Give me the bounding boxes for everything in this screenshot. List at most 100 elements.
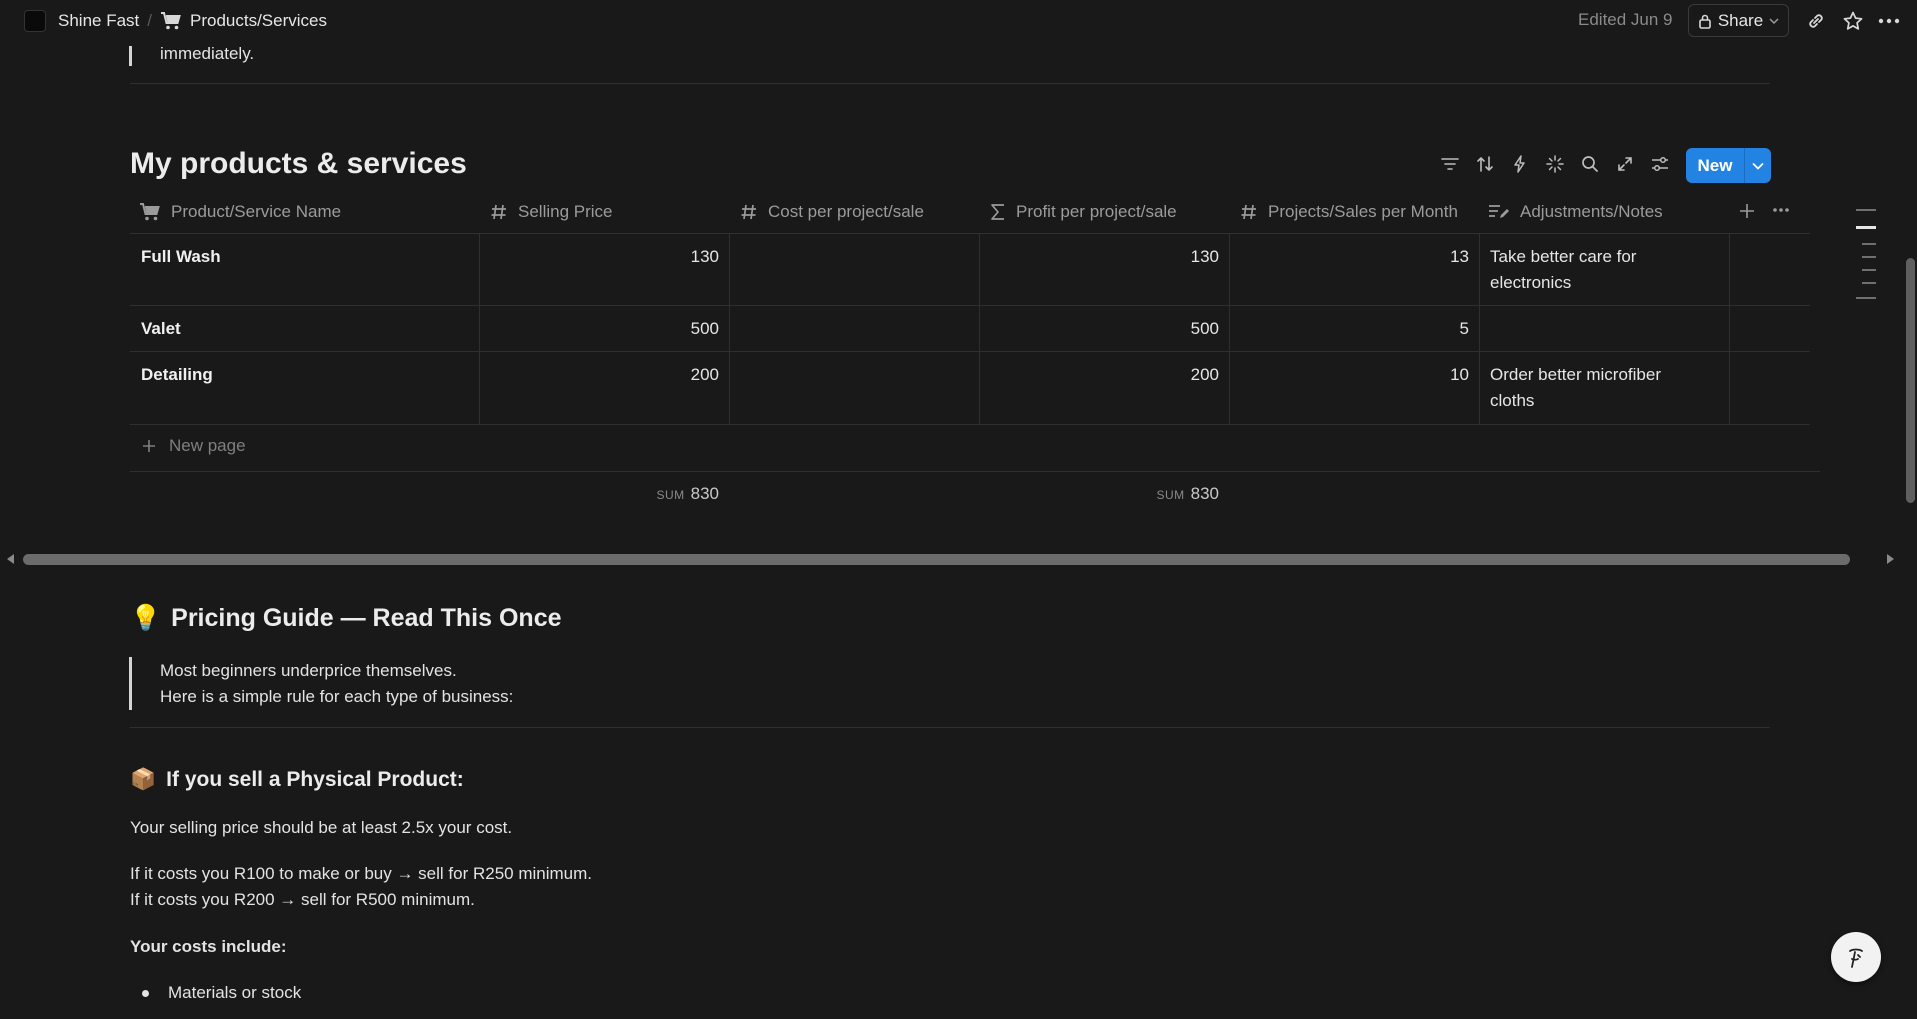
quote-line: Most beginners underprice themselves.: [160, 661, 457, 680]
column-label: Selling Price: [518, 202, 613, 221]
row-name[interactable]: Full Wash: [141, 244, 221, 270]
link-icon[interactable]: [1804, 9, 1828, 33]
plus-icon: [141, 438, 157, 454]
cell-profit[interactable]: 500: [980, 316, 1219, 342]
breadcrumb-separator: /: [147, 11, 152, 30]
edited-timestamp: Edited Jun 9: [1578, 10, 1673, 29]
column-border: [729, 233, 730, 424]
cart-icon: [139, 202, 161, 222]
workspace-logo-icon[interactable]: [24, 10, 46, 32]
cell-selling-price[interactable]: 500: [480, 316, 719, 342]
row-name[interactable]: Detailing: [141, 362, 213, 388]
column-header-profit[interactable]: Profit per project/sale: [990, 197, 1177, 227]
toc-line[interactable]: [1856, 297, 1876, 299]
new-page-label: New page: [169, 436, 246, 455]
list-item-text: Materials or stock: [168, 983, 302, 1002]
column-header-name[interactable]: Product/Service Name: [139, 197, 341, 227]
column-border: [1479, 233, 1480, 424]
column-header-per-month[interactable]: Projects/Sales per Month: [1240, 197, 1458, 227]
number-icon: [1240, 203, 1258, 221]
search-icon[interactable]: [1578, 152, 1602, 176]
pricing-guide-heading: 💡 Pricing Guide — Read This Once: [130, 604, 562, 633]
cell-per-month[interactable]: 10: [1230, 362, 1469, 388]
star-icon[interactable]: [1841, 9, 1865, 33]
column-label: Adjustments/Notes: [1520, 202, 1663, 221]
edit-text-icon: [1488, 203, 1510, 221]
sum-value: 830: [690, 484, 719, 503]
lightning-icon[interactable]: [1508, 152, 1532, 176]
vertical-scrollbar-thumb[interactable]: [1906, 258, 1915, 503]
ai-face-icon: [1842, 943, 1870, 971]
notes-line: Take better care for: [1490, 247, 1637, 266]
cell-per-month[interactable]: 13: [1230, 244, 1469, 270]
package-icon: 📦: [130, 768, 157, 791]
column-header-notes[interactable]: Adjustments/Notes: [1488, 197, 1663, 227]
chevron-down-icon[interactable]: [1745, 148, 1771, 183]
top-bar: Shine Fast / Products/Services Edited Ju…: [0, 0, 1917, 42]
column-label: Cost per project/sale: [768, 202, 924, 221]
divider: [130, 83, 1770, 84]
new-button-label[interactable]: New: [1686, 148, 1745, 183]
cell-profit[interactable]: 200: [980, 362, 1219, 388]
quote-bar: [129, 46, 132, 66]
example-line: If it costs you R100 to make or buy → se…: [130, 864, 593, 883]
row-border: [130, 351, 1810, 352]
divider: [130, 727, 1770, 728]
scroll-right-icon[interactable]: [1886, 553, 1896, 565]
cell-profit[interactable]: 130: [980, 244, 1219, 270]
horizontal-scrollbar-thumb[interactable]: [23, 554, 1850, 565]
cell-per-month[interactable]: 5: [1230, 316, 1469, 342]
filter-icon[interactable]: [1438, 152, 1462, 176]
row-name[interactable]: Valet: [141, 316, 181, 342]
settings-sliders-icon[interactable]: [1648, 152, 1672, 176]
notes-line: Order better microfiber: [1490, 365, 1661, 384]
sum-value: 830: [1190, 484, 1219, 503]
share-button[interactable]: Share: [1688, 4, 1789, 37]
ai-sparkle-icon[interactable]: [1543, 152, 1567, 176]
cart-icon: [160, 11, 182, 31]
toc-line-active[interactable]: [1856, 226, 1876, 229]
row-border: [130, 471, 1820, 472]
heading-text: Pricing Guide — Read This Once: [171, 604, 562, 632]
column-header-selling-price[interactable]: Selling Price: [490, 197, 613, 227]
breadcrumb-page[interactable]: Products/Services: [190, 11, 327, 31]
sum-profit[interactable]: SUM 830: [980, 484, 1219, 504]
toc-line[interactable]: [1856, 209, 1876, 211]
physical-rule-text: Your selling price should be at least 2.…: [130, 818, 513, 837]
list-item: Materials or stock: [130, 980, 301, 1006]
row-border: [130, 305, 1810, 306]
sum-label: SUM: [1156, 488, 1185, 502]
lock-icon: [1698, 13, 1712, 29]
cell-selling-price[interactable]: 200: [480, 362, 719, 388]
sum-selling-price[interactable]: SUM 830: [480, 484, 719, 504]
lightbulb-icon: 💡: [130, 604, 162, 632]
toc-line[interactable]: [1862, 282, 1876, 284]
toc-line[interactable]: [1862, 256, 1876, 258]
more-icon[interactable]: [1772, 207, 1790, 213]
column-border: [1729, 233, 1730, 424]
number-icon: [740, 203, 758, 221]
column-label: Profit per project/sale: [1016, 202, 1177, 221]
cell-notes[interactable]: Order better microfiber cloths: [1490, 362, 1725, 414]
sort-icon[interactable]: [1473, 152, 1497, 176]
pricing-guide-quote: Most beginners underprice themselves. He…: [160, 658, 513, 710]
new-page-button[interactable]: New page: [141, 436, 246, 456]
database-title[interactable]: My products & services: [130, 147, 467, 181]
add-property-icon[interactable]: [1737, 201, 1757, 221]
column-label: Product/Service Name: [171, 202, 342, 221]
new-button[interactable]: New: [1686, 148, 1771, 183]
expand-icon[interactable]: [1613, 152, 1637, 176]
more-icon[interactable]: [1877, 9, 1901, 33]
cell-selling-price[interactable]: 130: [480, 244, 719, 270]
share-label: Share: [1717, 10, 1764, 30]
toc-line[interactable]: [1862, 243, 1876, 245]
scroll-left-icon[interactable]: [5, 553, 15, 565]
heading-text: If you sell a Physical Product:: [166, 768, 464, 791]
column-header-cost[interactable]: Cost per project/sale: [740, 197, 924, 227]
toc-line[interactable]: [1862, 269, 1876, 271]
cell-notes[interactable]: Take better care for electronics: [1490, 244, 1725, 296]
ai-assistant-button[interactable]: [1831, 932, 1881, 982]
breadcrumb-workspace[interactable]: Shine Fast: [58, 11, 139, 31]
intro-quote-text: immediately.: [160, 44, 255, 63]
quote-line: Here is a simple rule for each type of b…: [160, 687, 514, 706]
